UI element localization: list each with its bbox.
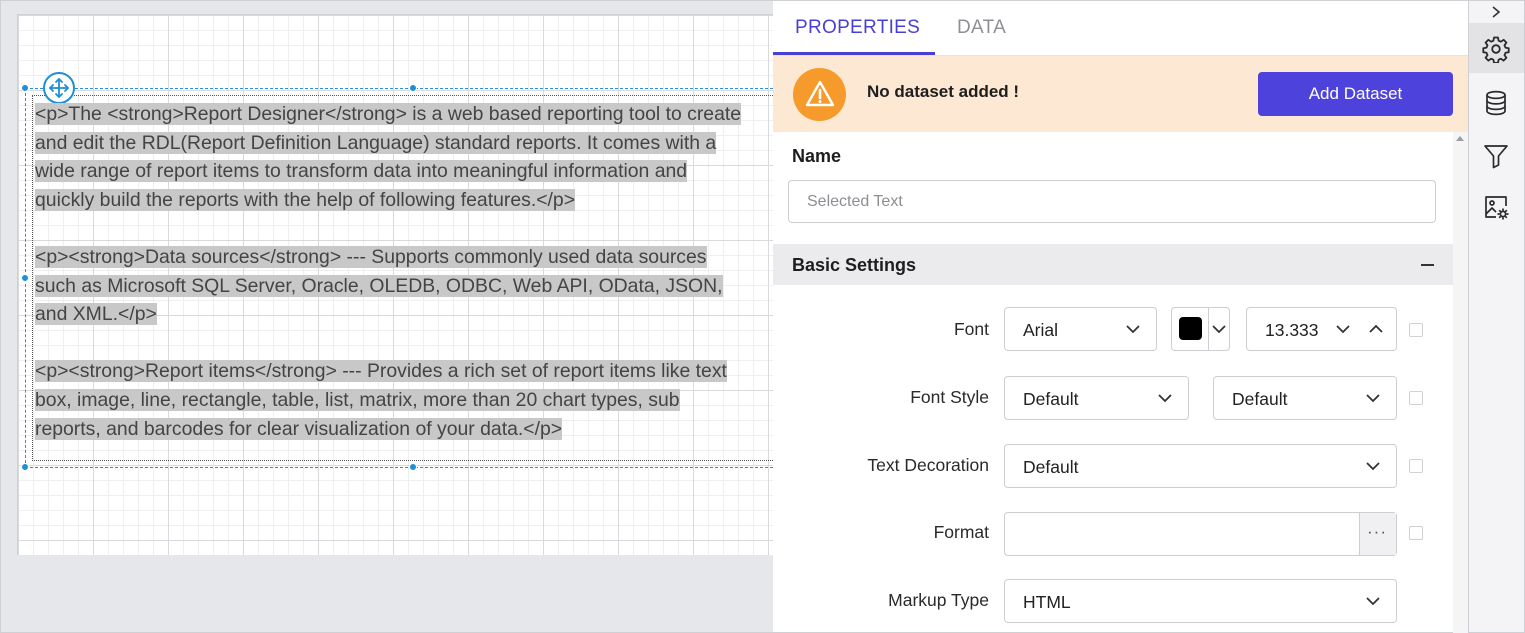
text-decoration-checkbox[interactable] (1409, 459, 1423, 473)
text-decoration-value: Default (1023, 457, 1079, 477)
decrement-chevron-icon[interactable] (1335, 322, 1351, 336)
panel-scrollbar[interactable] (1453, 132, 1468, 633)
format-input[interactable]: ··· (1004, 512, 1397, 556)
resize-handle-bottom-left[interactable] (21, 463, 29, 471)
text-line: wide range of report items to transform … (35, 160, 688, 183)
image-settings-toolbar-button[interactable] (1469, 181, 1524, 231)
text-line: and edit the RDL(Report Definition Langu… (35, 131, 717, 154)
filter-toolbar-button[interactable] (1469, 130, 1524, 180)
collapse-icon[interactable] (1421, 264, 1434, 266)
markup-type-label: Markup Type (888, 590, 989, 610)
font-style-value: Default (1023, 389, 1079, 409)
gear-icon (1482, 36, 1510, 63)
font-style-dropdown[interactable]: Default (1004, 376, 1189, 420)
text-line: quickly build the reports with the help … (35, 188, 576, 211)
font-checkbox[interactable] (1409, 323, 1423, 337)
chevron-right-icon[interactable] (1479, 3, 1515, 21)
active-tab-indicator (773, 52, 935, 55)
basic-settings-header[interactable]: Basic Settings (773, 244, 1453, 285)
increment-chevron-icon[interactable] (1368, 322, 1384, 336)
chevron-down-icon (1158, 394, 1172, 403)
text-line: reports, and barcodes for clear visualiz… (35, 417, 563, 440)
text-decoration-dropdown[interactable]: Default (1004, 444, 1397, 488)
font-weight-dropdown[interactable]: Default (1213, 376, 1397, 420)
more-icon: ··· (1367, 522, 1387, 541)
database-icon (1486, 90, 1506, 116)
text-line: <p>The <strong>Report Designer</strong> … (35, 103, 742, 125)
filter-icon (1484, 145, 1508, 169)
text-line: <p><strong>Report items</strong> --- Pro… (35, 360, 727, 383)
tab-data[interactable]: DATA (957, 1, 1006, 56)
basic-settings-title: Basic Settings (792, 255, 917, 275)
font-style-checkbox[interactable] (1409, 391, 1423, 405)
chevron-down-icon (1366, 597, 1380, 606)
font-family-dropdown[interactable]: Arial (1004, 307, 1157, 351)
format-checkbox[interactable] (1409, 526, 1423, 540)
panel-tabs: PROPERTIES DATA (773, 1, 1468, 56)
paragraph: <p>The <strong>Report Designer</strong> … (35, 100, 770, 214)
warning-icon (793, 68, 846, 121)
format-label: Format (933, 522, 989, 542)
font-size-value: 13.333 (1265, 320, 1319, 340)
tab-properties[interactable]: PROPERTIES (795, 1, 920, 56)
properties-toolbar-button[interactable] (1469, 23, 1524, 73)
text-line: such as Microsoft SQL Server, Oracle, OL… (35, 274, 723, 297)
scroll-up-icon[interactable] (1456, 136, 1464, 141)
name-label: Name (792, 146, 842, 166)
resize-handle-top-center[interactable] (409, 84, 417, 92)
image-settings-icon (1485, 196, 1509, 220)
font-label: Font (953, 319, 989, 339)
add-dataset-button[interactable]: Add Dataset (1258, 72, 1453, 116)
paragraph: <p><strong>Report items</strong> --- Pro… (35, 357, 770, 443)
text-line: box, image, line, rectangle, table, list… (35, 388, 680, 411)
chevron-down-icon (1126, 325, 1140, 334)
properties-scroll-area[interactable]: Name Basic Settings Font Arial 13.333 Fo… (773, 132, 1453, 633)
text-content[interactable]: <p>The <strong>Report Designer</strong> … (35, 100, 770, 472)
font-family-value: Arial (1023, 320, 1059, 340)
right-toolbar (1468, 0, 1525, 633)
chevron-down-icon (1212, 325, 1226, 334)
font-weight-value: Default (1232, 389, 1288, 409)
chevron-down-icon (1366, 462, 1380, 471)
text-line: and XML.</p> (35, 303, 157, 326)
no-dataset-notice: No dataset added ! Add Dataset (773, 56, 1468, 132)
text-decoration-label: Text Decoration (867, 455, 989, 475)
font-style-label: Font Style (910, 387, 989, 407)
font-color-picker[interactable] (1171, 307, 1230, 351)
name-input[interactable] (788, 180, 1436, 223)
text-line: <p><strong>Data sources</strong> --- Sup… (35, 245, 707, 268)
color-swatch (1179, 317, 1202, 340)
format-more-button[interactable]: ··· (1359, 513, 1396, 555)
markup-type-value: HTML (1023, 592, 1071, 612)
notice-message: No dataset added ! (867, 82, 1020, 101)
resize-handle-top-left[interactable] (21, 84, 29, 92)
font-size-stepper[interactable]: 13.333 (1246, 307, 1397, 351)
paragraph: <p><strong>Data sources</strong> --- Sup… (35, 243, 770, 329)
chevron-down-icon (1366, 394, 1380, 403)
properties-panel: PROPERTIES DATA No dataset added ! Add D… (773, 0, 1468, 633)
divider (1208, 308, 1209, 350)
markup-type-dropdown[interactable]: HTML (1004, 579, 1397, 623)
resize-handle-middle-left[interactable] (21, 274, 29, 282)
data-toolbar-button[interactable] (1469, 77, 1524, 127)
